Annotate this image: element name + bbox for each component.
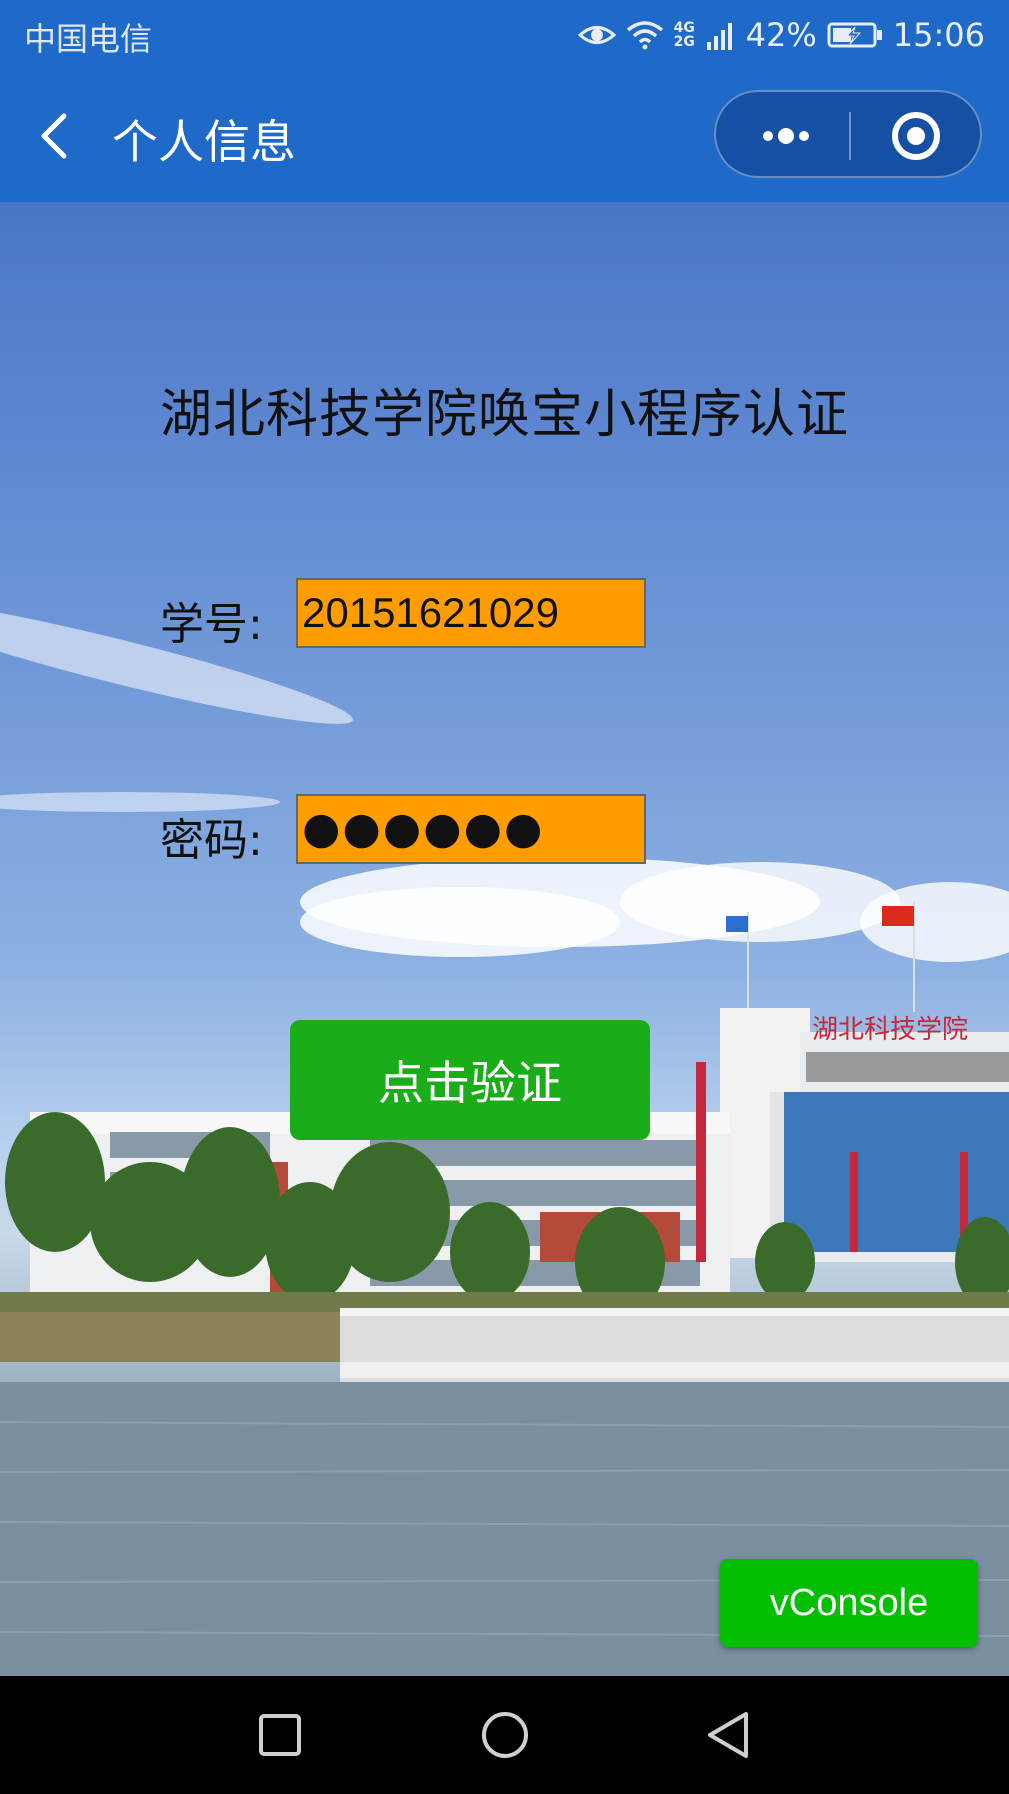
clock: 15:06 [892, 16, 985, 54]
signal-icon [706, 23, 732, 50]
page-heading: 湖北科技学院唤宝小程序认证 [159, 385, 849, 445]
wifi-icon [626, 21, 663, 50]
vconsole-button[interactable]: vConsole [720, 1559, 978, 1647]
target-circle-icon [892, 112, 940, 160]
building-sign-text: 湖北科技学院 [812, 1015, 968, 1045]
circle-icon [482, 1712, 528, 1758]
password-label: 密码: [160, 815, 263, 866]
home-button[interactable] [470, 1700, 540, 1770]
back-nav-button[interactable] [694, 1700, 764, 1770]
nav-bar: 个人信息 [0, 70, 1009, 202]
student-id-input[interactable]: 20151621029 [296, 578, 646, 648]
close-miniprogram-button[interactable] [866, 106, 966, 166]
system-nav-bar [0, 1676, 1009, 1794]
battery-charging-icon [827, 22, 882, 48]
carrier-label: 中国电信 [24, 20, 153, 58]
status-icons: 4G 2G 42% 15:06 [577, 12, 985, 58]
more-dots-icon [763, 128, 809, 144]
back-arrow-icon [41, 113, 67, 159]
verify-button[interactable]: 点击验证 [290, 1020, 650, 1140]
recents-button[interactable] [245, 1700, 315, 1770]
content-area: 湖北科技学院 湖北科技学院唤宝小程序认证 学号: 20151621029 密码:… [0, 202, 1009, 1676]
page-title: 个人信息 [112, 115, 296, 169]
back-button[interactable] [28, 106, 88, 166]
menu-capsule [714, 90, 982, 178]
more-button[interactable] [736, 106, 836, 166]
battery-percent: 42% [745, 16, 817, 54]
eye-icon [577, 26, 616, 44]
square-icon [259, 1714, 301, 1756]
network-type-label: 4G 2G [673, 20, 695, 50]
capsule-divider [849, 112, 851, 160]
triangle-back-icon [708, 1712, 748, 1758]
student-id-label: 学号: [160, 599, 263, 650]
status-bar: 中国电信 4G 2G 42% 15:06 [0, 0, 1009, 70]
password-input[interactable]: ●●●●●● [296, 794, 646, 864]
